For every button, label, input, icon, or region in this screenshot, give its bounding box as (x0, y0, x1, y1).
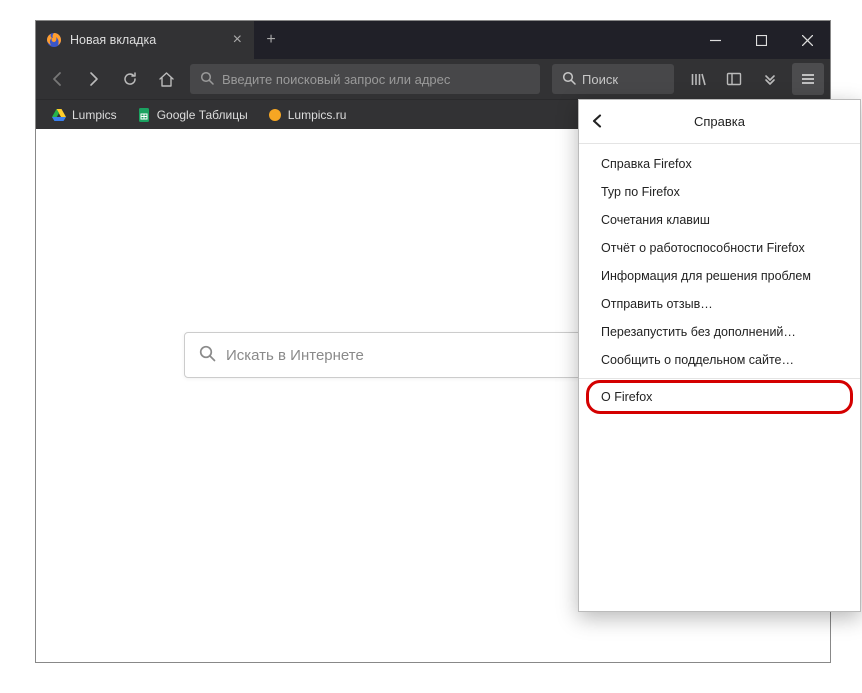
bookmark-label: Lumpics (72, 108, 117, 122)
firefox-icon (46, 32, 62, 48)
panel-body: Справка Firefox Тур по Firefox Сочетания… (579, 144, 860, 611)
tab-active[interactable]: Новая вкладка × (36, 21, 254, 59)
panel-title: Справка (579, 114, 860, 129)
drive-icon (52, 108, 66, 122)
help-item-report-site[interactable]: Сообщить о поддельном сайте… (579, 346, 860, 374)
forward-button[interactable] (78, 63, 110, 95)
help-item-firefox-help[interactable]: Справка Firefox (579, 150, 860, 178)
globe-icon (268, 108, 282, 122)
bookmark-google-sheets[interactable]: Google Таблицы (129, 104, 256, 126)
minimize-button[interactable] (692, 21, 738, 59)
help-item-restart-safemode[interactable]: Перезапустить без дополнений… (579, 318, 860, 346)
tab-close-icon[interactable]: × (231, 31, 244, 49)
nav-toolbar: Введите поисковый запрос или адрес Поиск (36, 59, 830, 99)
help-item-feedback[interactable]: Отправить отзыв… (579, 290, 860, 318)
search-icon (200, 71, 214, 88)
search-icon (562, 71, 576, 88)
bookmark-label: Google Таблицы (157, 108, 248, 122)
panel-back-button[interactable] (591, 111, 604, 132)
home-button[interactable] (150, 63, 182, 95)
help-item-shortcuts[interactable]: Сочетания клавиш (579, 206, 860, 234)
sidebar-button[interactable] (718, 63, 750, 95)
url-bar[interactable]: Введите поисковый запрос или адрес (190, 64, 540, 94)
sheets-icon (137, 108, 151, 122)
bookmark-lumpics-ru[interactable]: Lumpics.ru (260, 104, 355, 126)
help-item-health-report[interactable]: Отчёт о работоспособности Firefox (579, 234, 860, 262)
menu-button[interactable] (792, 63, 824, 95)
search-placeholder: Поиск (582, 72, 618, 87)
panel-header: Справка (579, 100, 860, 144)
reload-button[interactable] (114, 63, 146, 95)
bookmark-lumpics[interactable]: Lumpics (44, 104, 125, 126)
library-button[interactable] (682, 63, 714, 95)
help-item-tour[interactable]: Тур по Firefox (579, 178, 860, 206)
help-panel: Справка Справка Firefox Тур по Firefox С… (578, 99, 861, 612)
panel-separator (579, 378, 860, 379)
search-icon (199, 345, 216, 366)
newtab-search-placeholder: Искать в Интернете (226, 347, 364, 364)
search-bar[interactable]: Поиск (552, 64, 674, 94)
window-controls (692, 21, 830, 59)
overflow-button[interactable] (754, 63, 786, 95)
close-window-button[interactable] (784, 21, 830, 59)
url-placeholder: Введите поисковый запрос или адрес (222, 72, 450, 87)
new-tab-button[interactable]: + (254, 21, 288, 59)
help-item-about-firefox[interactable]: О Firefox (579, 383, 860, 411)
bookmark-label: Lumpics.ru (288, 108, 347, 122)
tab-title: Новая вкладка (70, 33, 223, 47)
maximize-button[interactable] (738, 21, 784, 59)
back-button[interactable] (42, 63, 74, 95)
titlebar: Новая вкладка × + (36, 21, 830, 59)
help-item-troubleshooting[interactable]: Информация для решения проблем (579, 262, 860, 290)
